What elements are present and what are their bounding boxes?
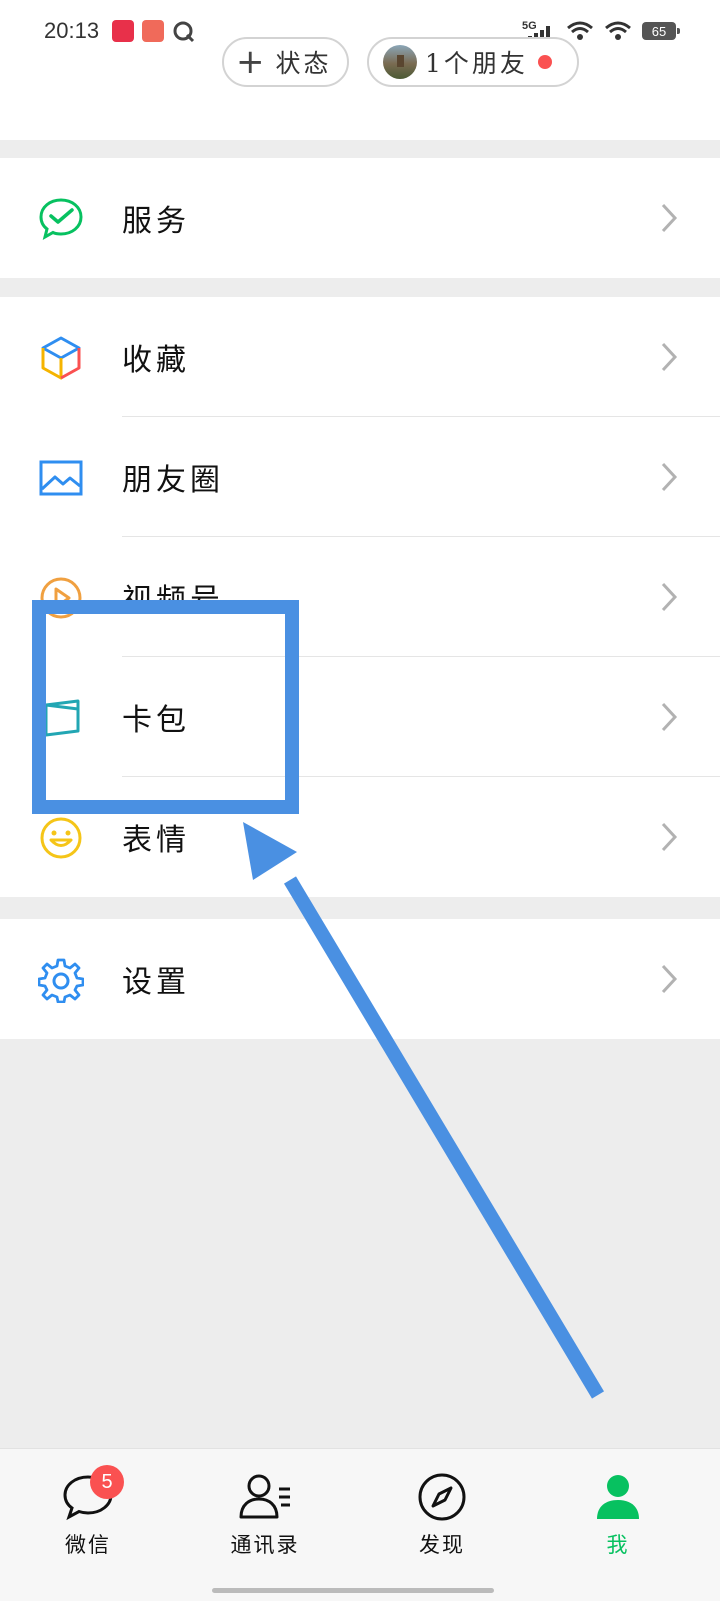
favorites-cube-icon	[41, 336, 81, 380]
friend-avatar	[383, 45, 417, 79]
app-notification-icon	[112, 20, 134, 42]
unread-dot	[537, 55, 552, 69]
chevron-right-icon	[661, 582, 678, 612]
tab-chats[interactable]: 5 微信	[28, 1465, 148, 1559]
chevron-right-icon	[661, 203, 678, 233]
chevron-right-icon	[661, 964, 678, 994]
app-notification-icon	[142, 20, 164, 42]
discover-group: 收藏 朋友圈 视频号 卡包 表情	[0, 297, 720, 897]
status-time: 20:13	[44, 18, 100, 43]
menu-item-label: 表情	[122, 823, 190, 858]
menu-item-channels[interactable]: 视频号	[0, 537, 720, 657]
settings-group: 设置	[0, 919, 720, 1039]
battery-indicator: 65	[642, 22, 680, 40]
wifi-icon	[567, 21, 593, 40]
unread-badge: 5	[90, 1465, 124, 1499]
add-status-button[interactable]: + 状态	[222, 37, 349, 87]
wifi-icon	[605, 21, 631, 40]
menu-item-label: 设置	[122, 965, 190, 1000]
moments-photo-icon	[39, 460, 83, 496]
chevron-right-icon	[661, 342, 678, 372]
me-person-icon	[597, 1475, 639, 1519]
chevron-right-icon	[661, 462, 678, 492]
menu-item-stickers[interactable]: 表情	[0, 777, 720, 897]
tab-label: 微信	[65, 1533, 111, 1557]
services-group: 服务	[0, 158, 720, 278]
compass-icon	[418, 1473, 466, 1521]
chevron-right-icon	[661, 822, 678, 852]
chevron-right-icon	[661, 702, 678, 732]
channels-play-icon	[40, 577, 82, 619]
menu-item-moments[interactable]: 朋友圈	[0, 417, 720, 537]
menu-item-settings[interactable]: 设置	[0, 919, 720, 1039]
friends-status-button[interactable]: 1个朋友	[367, 37, 579, 87]
tab-discover[interactable]: 发现	[382, 1469, 502, 1559]
tab-label: 我	[606, 1533, 630, 1557]
tab-me[interactable]: 我	[558, 1469, 678, 1559]
svg-text:5G: 5G	[522, 20, 537, 32]
status-app-icons	[112, 20, 196, 44]
menu-item-label: 服务	[122, 204, 190, 239]
services-icon	[39, 198, 83, 241]
tab-label: 发现	[419, 1533, 465, 1557]
home-indicator[interactable]	[212, 1588, 494, 1593]
menu-item-label: 卡包	[122, 703, 190, 738]
card-wallet-icon	[44, 699, 80, 737]
settings-gear-icon	[38, 958, 84, 1003]
app-notification-icon	[173, 21, 195, 43]
menu-item-label: 视频号	[122, 583, 224, 618]
menu-item-label: 朋友圈	[122, 463, 224, 498]
status-button-label: 状态	[275, 49, 332, 78]
menu-item-favorites[interactable]: 收藏	[0, 297, 720, 417]
menu-item-services[interactable]: 服务	[0, 158, 720, 278]
menu-item-cards[interactable]: 卡包	[0, 657, 720, 777]
menu-item-label: 收藏	[122, 343, 190, 378]
bottom-tab-bar: 5 微信 通讯录 发现 我	[0, 1448, 720, 1601]
top-header: 20:13 5G 65 + 状态 1个朋友	[0, 0, 720, 140]
contacts-icon	[239, 1474, 290, 1519]
sticker-smiley-icon	[40, 817, 82, 859]
plus-icon: +	[236, 42, 268, 82]
friends-button-label: 1个朋友	[425, 49, 528, 78]
tab-contacts[interactable]: 通讯录	[205, 1469, 325, 1559]
tab-label: 通讯录	[230, 1533, 300, 1557]
